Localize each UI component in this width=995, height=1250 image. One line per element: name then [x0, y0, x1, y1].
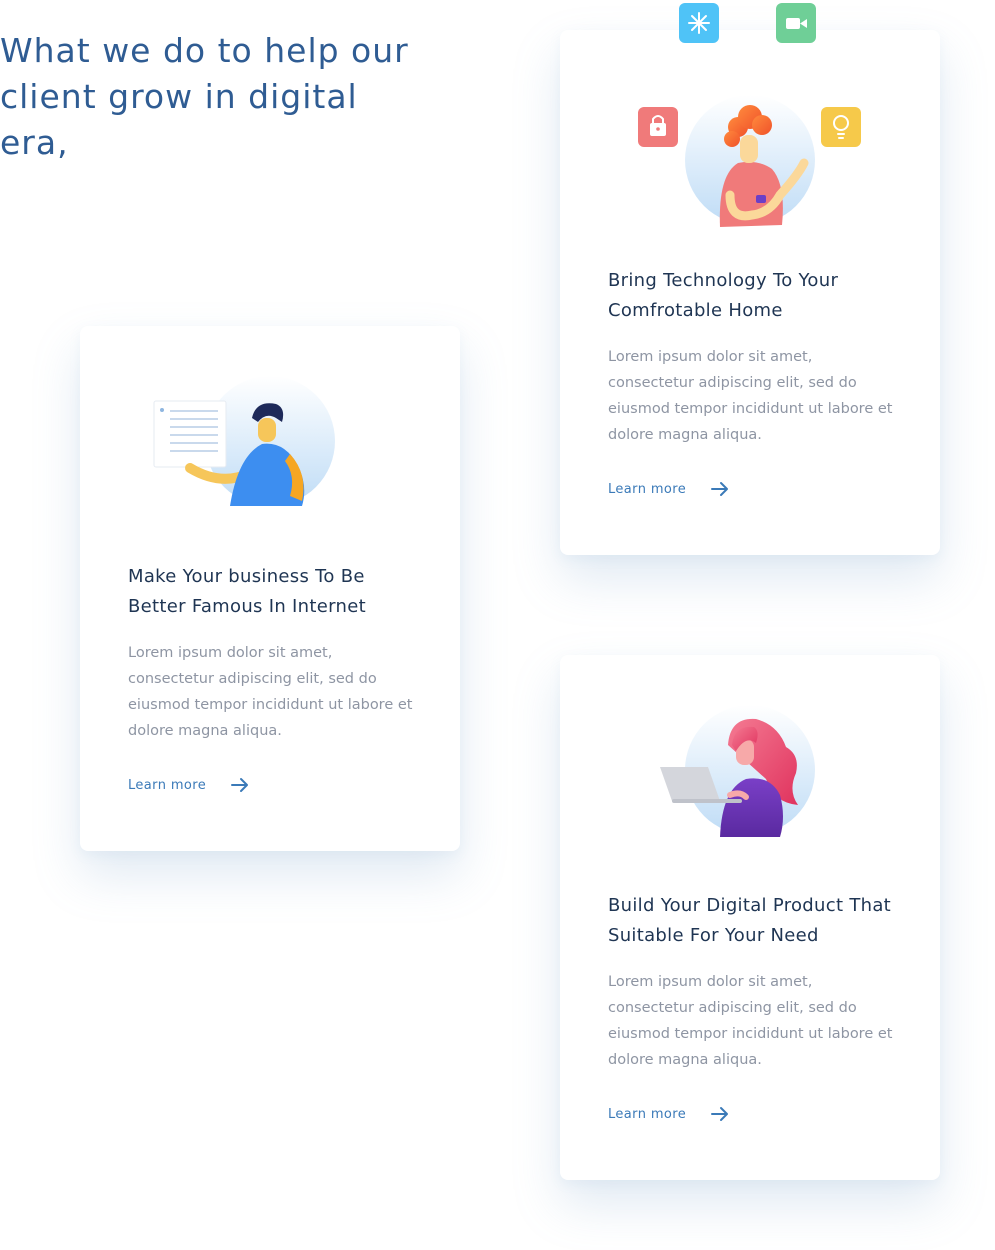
arrow-right-icon [711, 482, 729, 496]
card-description: Lorem ipsum dolor sit amet, consectetur … [608, 349, 893, 443]
lock-icon [638, 107, 678, 147]
man-holding-document-illustration [153, 376, 335, 506]
service-card-business: Make Your business To Be Better Famous I… [80, 326, 460, 851]
card-title: Build Your Digital Product That Suitable… [608, 895, 892, 946]
card-description: Lorem ipsum dolor sit amet, consectetur … [608, 974, 893, 1068]
card-description: Lorem ipsum dolor sit amet, consectetur … [128, 645, 413, 739]
learn-more-link[interactable]: Learn more [608, 1106, 730, 1122]
arrow-right-icon [231, 778, 249, 792]
learn-more-link[interactable]: Learn more [128, 777, 250, 793]
arrow-right-icon [711, 1107, 729, 1121]
learn-more-label: Learn more [608, 481, 687, 497]
page-title: What we do to help our client grow in di… [0, 31, 409, 162]
lightbulb-icon [821, 107, 861, 147]
card-title: Make Your business To Be Better Famous I… [128, 566, 366, 617]
learn-more-label: Learn more [128, 777, 207, 793]
woman-with-laptop-illustration [660, 705, 815, 837]
snowflake-icon [679, 3, 719, 43]
video-camera-icon [776, 3, 816, 43]
learn-more-link[interactable]: Learn more [608, 481, 730, 497]
card-title: Bring Technology To Your Comfrotable Hom… [608, 270, 839, 321]
service-card-digital-product: Build Your Digital Product That Suitable… [560, 655, 940, 1180]
woman-smart-home-illustration [638, 3, 861, 227]
service-card-smart-home: Bring Technology To Your Comfrotable Hom… [560, 3, 940, 555]
learn-more-label: Learn more [608, 1106, 687, 1122]
